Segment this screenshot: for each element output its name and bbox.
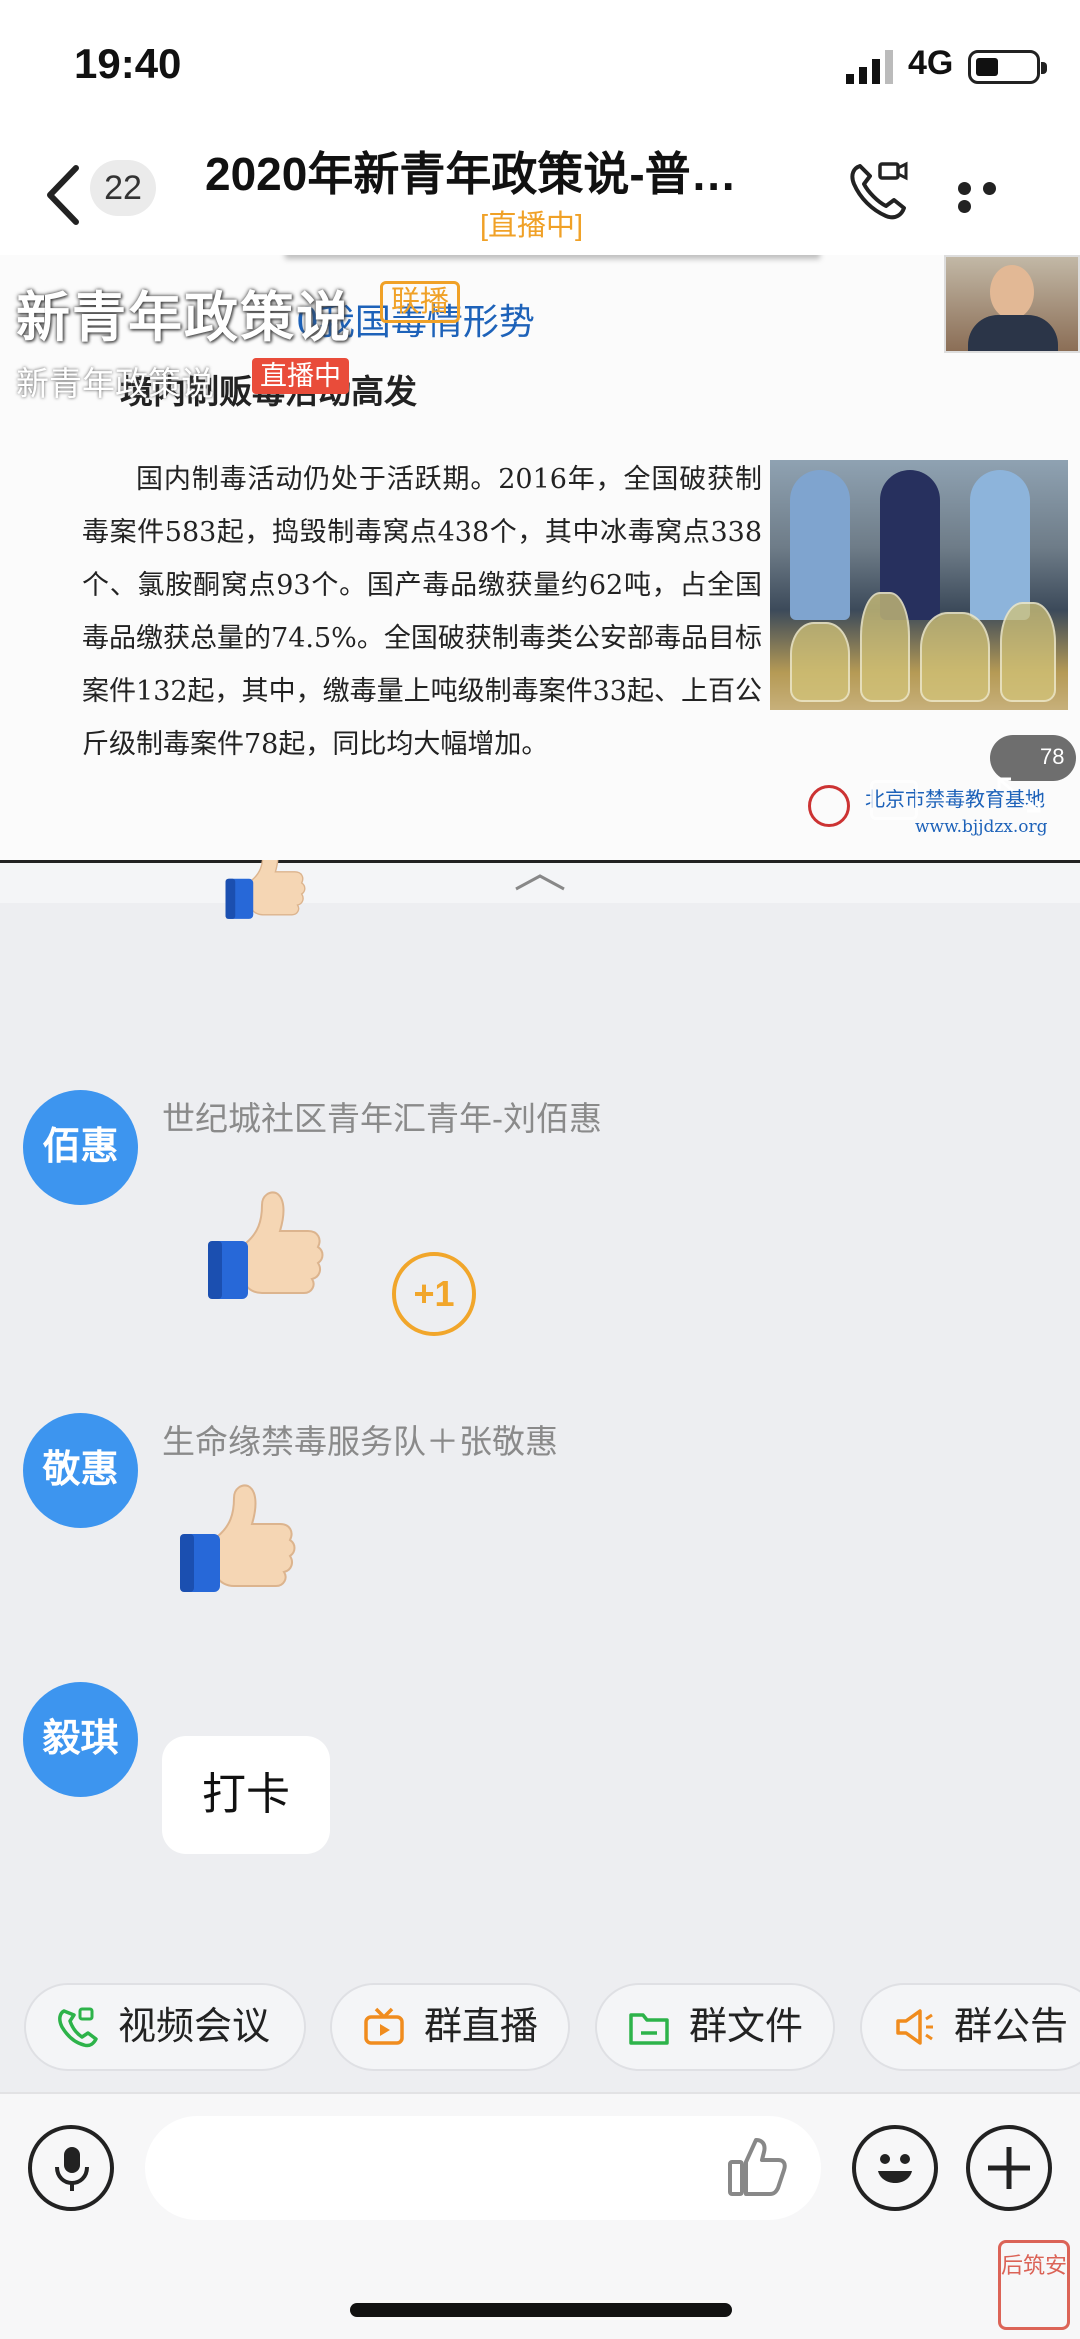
message-input[interactable] — [145, 2116, 821, 2220]
slide-body-text: 国内制毒活动仍处于活跃期。2016年，全国破获制毒案件583起，捣毁制毒窝点43… — [82, 464, 762, 760]
avatar[interactable]: 佰惠 — [23, 1090, 138, 1205]
org-logo — [808, 785, 850, 827]
megaphone-icon — [896, 2009, 933, 2045]
group-notice-label: 群公告 — [954, 2006, 1069, 2048]
sender-name: 世纪城社区青年汇青年-刘佰惠 — [162, 1100, 602, 1137]
like-icon[interactable] — [726, 2134, 788, 2198]
video-meeting-label: 视频会议 — [118, 2006, 271, 2048]
emoji-button[interactable] — [852, 2125, 938, 2211]
more-options-icon[interactable] — [958, 182, 1028, 213]
group-live-label: 群直播 — [424, 2006, 539, 2048]
smiley-icon — [878, 2154, 912, 2183]
live-status-label[interactable]: [直播中] — [480, 202, 583, 244]
avatar[interactable]: 敬惠 — [23, 1413, 138, 1528]
group-live-chip[interactable]: 群直播 — [330, 1983, 570, 2071]
lianbo-tag: 联播 — [380, 281, 461, 323]
plus-icon — [988, 2147, 1030, 2189]
message-bubble[interactable]: 打卡 — [162, 1736, 330, 1854]
video-call-icon[interactable] — [846, 158, 910, 222]
sender-name: 生命缘禁毒服务队＋张敬惠 — [162, 1423, 558, 1460]
video-meeting-chip[interactable]: 视频会议 — [24, 1983, 306, 2071]
group-files-chip[interactable]: 群文件 — [595, 1983, 835, 2071]
status-time: 19:40 — [74, 40, 182, 87]
live-stream-view[interactable]: 0我国毒情形势 境内制贩毒活动高发 新青年政策说 联播 新青年政策说 直播中 国… — [0, 255, 1080, 860]
slide-photo — [770, 460, 1068, 710]
live-channel-sub: 新青年政策说 — [16, 365, 214, 402]
unread-count-badge[interactable]: 22 — [90, 160, 156, 216]
thumbs-up-emoji[interactable] — [172, 1478, 302, 1608]
microphone-icon — [55, 2147, 89, 2191]
group-files-label: 群文件 — [689, 2006, 804, 2048]
chat-title[interactable]: 2020年新青年政策说-普… — [205, 138, 825, 204]
more-actions-button[interactable] — [966, 2125, 1052, 2211]
battery-icon — [968, 50, 1047, 84]
video-phone-icon — [58, 2007, 98, 2048]
signal-icon — [846, 50, 893, 84]
presenter-video-pip[interactable] — [944, 255, 1080, 353]
live-channel-name: 新青年政策说 — [16, 288, 352, 348]
back-arrow-icon[interactable] — [40, 160, 90, 230]
chevron-up-icon[interactable] — [512, 872, 568, 892]
watermark-seal: 后筑安 — [998, 2240, 1070, 2330]
slide-footer-url: www.bjjdzx.org — [915, 817, 1048, 837]
tv-icon — [364, 2007, 404, 2045]
group-notice-chip[interactable]: 群公告 — [860, 1983, 1080, 2071]
pip-toggle-icon[interactable] — [870, 780, 918, 820]
avatar[interactable]: 毅琪 — [23, 1682, 138, 1797]
folder-icon — [629, 2013, 669, 2045]
network-type: 4G — [908, 44, 954, 82]
thumbs-up-emoji — [200, 860, 330, 990]
viewer-count: 78 — [1040, 744, 1065, 769]
fullscreen-icon[interactable] — [995, 775, 1043, 815]
voice-input-button[interactable] — [28, 2125, 114, 2211]
thumbs-up-emoji[interactable] — [200, 1185, 330, 1315]
home-indicator — [350, 2303, 732, 2317]
live-badge: 直播中 — [252, 358, 349, 394]
plus-one-button[interactable]: +1 — [392, 1252, 476, 1336]
